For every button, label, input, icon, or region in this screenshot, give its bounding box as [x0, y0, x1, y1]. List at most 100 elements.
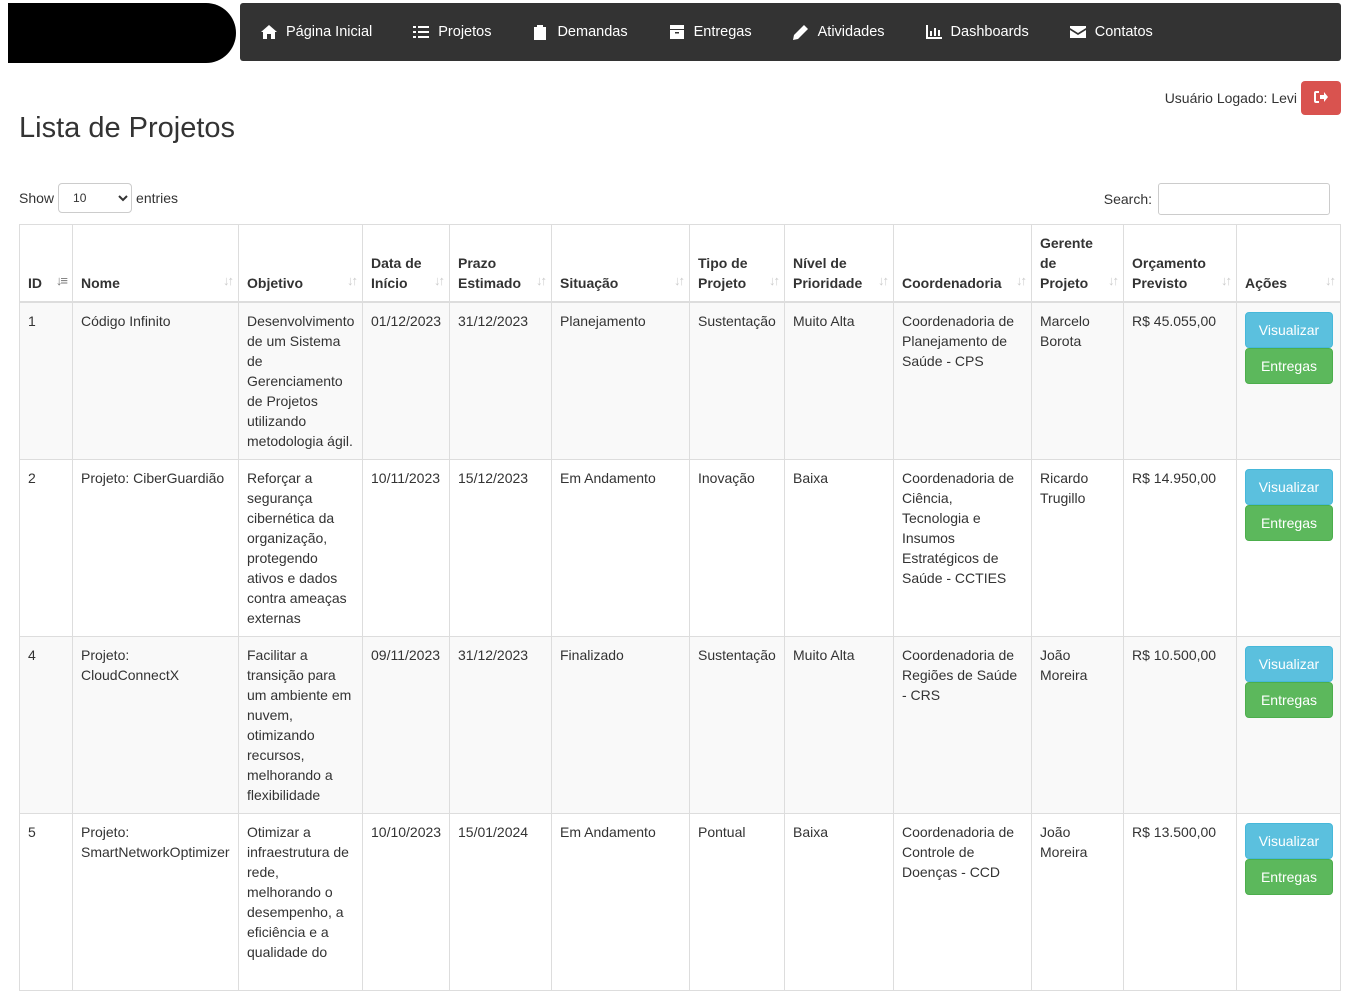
- col-header-orcamento[interactable]: Orçamento Previsto ↓↑: [1123, 224, 1237, 303]
- view-button[interactable]: Visualizar: [1245, 312, 1333, 348]
- header-row: ID ↓≡ Nome ↓↑ Objetivo ↓↑ Data de Início ↓↑ …: [19, 224, 1341, 303]
- pencil-icon: [792, 24, 810, 40]
- cell-prioridade: Muito Alta: [784, 636, 894, 814]
- nav-projetos-label: Projetos: [438, 24, 492, 40]
- col-header-id[interactable]: ID ↓≡: [19, 224, 73, 303]
- bar-chart-icon: [925, 24, 943, 40]
- search-input[interactable]: [1158, 183, 1330, 215]
- entries-select[interactable]: 10: [58, 183, 133, 213]
- nav-contatos[interactable]: Contatos: [1069, 24, 1153, 40]
- navbar: Página Inicial Projetos Demandas Entrega…: [240, 3, 1341, 61]
- cell-gerente: Ricardo Trugillo: [1031, 459, 1124, 637]
- table-row: 1 Código Infinito Desenvolvimento de um …: [19, 301, 1341, 460]
- sort-icon: ↓↑: [674, 273, 685, 288]
- cell-orcamento: R$ 10.500,00: [1123, 636, 1237, 814]
- col-header-objetivo[interactable]: Objetivo ↓↑: [238, 224, 363, 303]
- logo: [8, 3, 236, 63]
- col-header-data-inicio[interactable]: Data de Início ↓↑: [362, 224, 450, 303]
- nav-atividades-label: Atividades: [817, 24, 885, 40]
- nav-home-label: Página Inicial: [286, 24, 373, 40]
- col-header-situacao[interactable]: Situação ↓↑: [551, 224, 690, 303]
- col-header-coordenadoria[interactable]: Coordenadoria ↓↑: [893, 224, 1032, 303]
- cell-objetivo: Desenvolvimento de um Sistema de Gerenci…: [238, 301, 363, 460]
- cell-nome: Projeto: CiberGuardião: [72, 459, 239, 637]
- cell-inicio: 10/11/2023: [362, 459, 450, 637]
- sort-icon: ↓↑: [1221, 273, 1232, 288]
- view-button[interactable]: Visualizar: [1245, 646, 1333, 682]
- envelope-icon: [1069, 24, 1087, 40]
- cell-id: 1: [19, 301, 73, 460]
- entries-length-control: Show 10 entries: [19, 183, 178, 213]
- cell-nome: Projeto: SmartNetworkOptimizer: [72, 813, 239, 991]
- cell-nome: Projeto: CloudConnectX: [72, 636, 239, 814]
- logged-user-label: Usuário Logado: Levi: [1164, 90, 1297, 106]
- nav-projetos[interactable]: Projetos: [412, 24, 491, 40]
- cell-id: 5: [19, 813, 73, 991]
- nav-home[interactable]: Página Inicial: [260, 24, 372, 40]
- cell-coordenadoria: Coordenadoria de Regiões de Saúde - CRS: [893, 636, 1032, 814]
- search-control: Search:: [1104, 183, 1330, 215]
- cell-orcamento: R$ 14.950,00: [1123, 459, 1237, 637]
- cell-prazo: 15/12/2023: [449, 459, 552, 637]
- sort-icon: ↓↑: [1016, 273, 1027, 288]
- nav-atividades[interactable]: Atividades: [792, 24, 885, 40]
- sort-icon: ↓↑: [434, 273, 445, 288]
- sort-icon: ↓↑: [347, 273, 358, 288]
- logout-button[interactable]: [1301, 81, 1341, 115]
- cell-id: 4: [19, 636, 73, 814]
- nav-demandas[interactable]: Demandas: [531, 24, 628, 40]
- cell-gerente: João Moreira: [1031, 813, 1124, 991]
- cell-gerente: Marcelo Borota: [1031, 301, 1124, 460]
- cell-prioridade: Baixa: [784, 813, 894, 991]
- archive-icon: [668, 24, 686, 40]
- cell-prazo: 15/01/2024: [449, 813, 552, 991]
- deliveries-button[interactable]: Entregas: [1245, 682, 1333, 718]
- col-header-acoes[interactable]: Ações ↓↑: [1236, 224, 1341, 303]
- home-icon: [260, 24, 278, 40]
- cell-situacao: Em Andamento: [551, 459, 690, 637]
- nav-dashboards-label: Dashboards: [950, 24, 1029, 40]
- deliveries-button[interactable]: Entregas: [1245, 505, 1333, 541]
- col-header-tipo[interactable]: Tipo de Projeto ↓↑: [689, 224, 785, 303]
- cell-tipo: Pontual: [689, 813, 785, 991]
- cell-inicio: 10/10/2023: [362, 813, 450, 991]
- page-title: Lista de Projetos: [19, 112, 236, 144]
- cell-situacao: Em Andamento: [551, 813, 690, 991]
- cell-prazo: 31/12/2023: [449, 301, 552, 460]
- table-row: 2 Projeto: CiberGuardião Reforçar a segu…: [19, 459, 1341, 637]
- deliveries-button[interactable]: Entregas: [1245, 859, 1333, 895]
- col-header-nome[interactable]: Nome ↓↑: [72, 224, 239, 303]
- view-button[interactable]: Visualizar: [1245, 469, 1333, 505]
- sort-asc-icon: ↓≡: [55, 273, 68, 288]
- cell-prioridade: Muito Alta: [784, 301, 894, 460]
- nav-entregas[interactable]: Entregas: [668, 24, 752, 40]
- col-header-gerente[interactable]: Gerente de Projeto ↓↑: [1031, 224, 1124, 303]
- sort-icon: ↓↑: [223, 273, 234, 288]
- cell-acoes: Visualizar Entregas: [1236, 636, 1341, 814]
- list-icon: [412, 24, 430, 40]
- view-button[interactable]: Visualizar: [1245, 823, 1333, 859]
- cell-objetivo: Facilitar a transição para um ambiente e…: [238, 636, 363, 814]
- sort-icon: ↓↑: [536, 273, 547, 288]
- cell-tipo: Sustentação: [689, 636, 785, 814]
- cell-coordenadoria: Coordenadoria de Planejamento de Saúde -…: [893, 301, 1032, 460]
- projects-table: ID ↓≡ Nome ↓↑ Objetivo ↓↑ Data de Início ↓↑ …: [19, 224, 1341, 991]
- cell-prioridade: Baixa: [784, 459, 894, 637]
- cell-tipo: Sustentação: [689, 301, 785, 460]
- nav-dashboards[interactable]: Dashboards: [925, 24, 1029, 40]
- cell-objetivo: Otimizar a infraestrutura de rede, melho…: [238, 813, 363, 991]
- col-header-prazo[interactable]: Prazo Estimado ↓↑: [449, 224, 552, 303]
- sort-icon: ↓↑: [878, 273, 889, 288]
- cell-prazo: 31/12/2023: [449, 636, 552, 814]
- deliveries-button[interactable]: Entregas: [1245, 348, 1333, 384]
- cell-inicio: 09/11/2023: [362, 636, 450, 814]
- cell-coordenadoria: Coordenadoria de Controle de Doenças - C…: [893, 813, 1032, 991]
- cell-gerente: João Moreira: [1031, 636, 1124, 814]
- table-row: 5 Projeto: SmartNetworkOptimizer Otimiza…: [19, 813, 1341, 991]
- table-row: 4 Projeto: CloudConnectX Facilitar a tra…: [19, 636, 1341, 814]
- nav-demandas-label: Demandas: [557, 24, 628, 40]
- col-header-prioridade[interactable]: Nível de Prioridade ↓↑: [784, 224, 894, 303]
- cell-situacao: Planejamento: [551, 301, 690, 460]
- show-label: Show: [19, 190, 55, 206]
- cell-situacao: Finalizado: [551, 636, 690, 814]
